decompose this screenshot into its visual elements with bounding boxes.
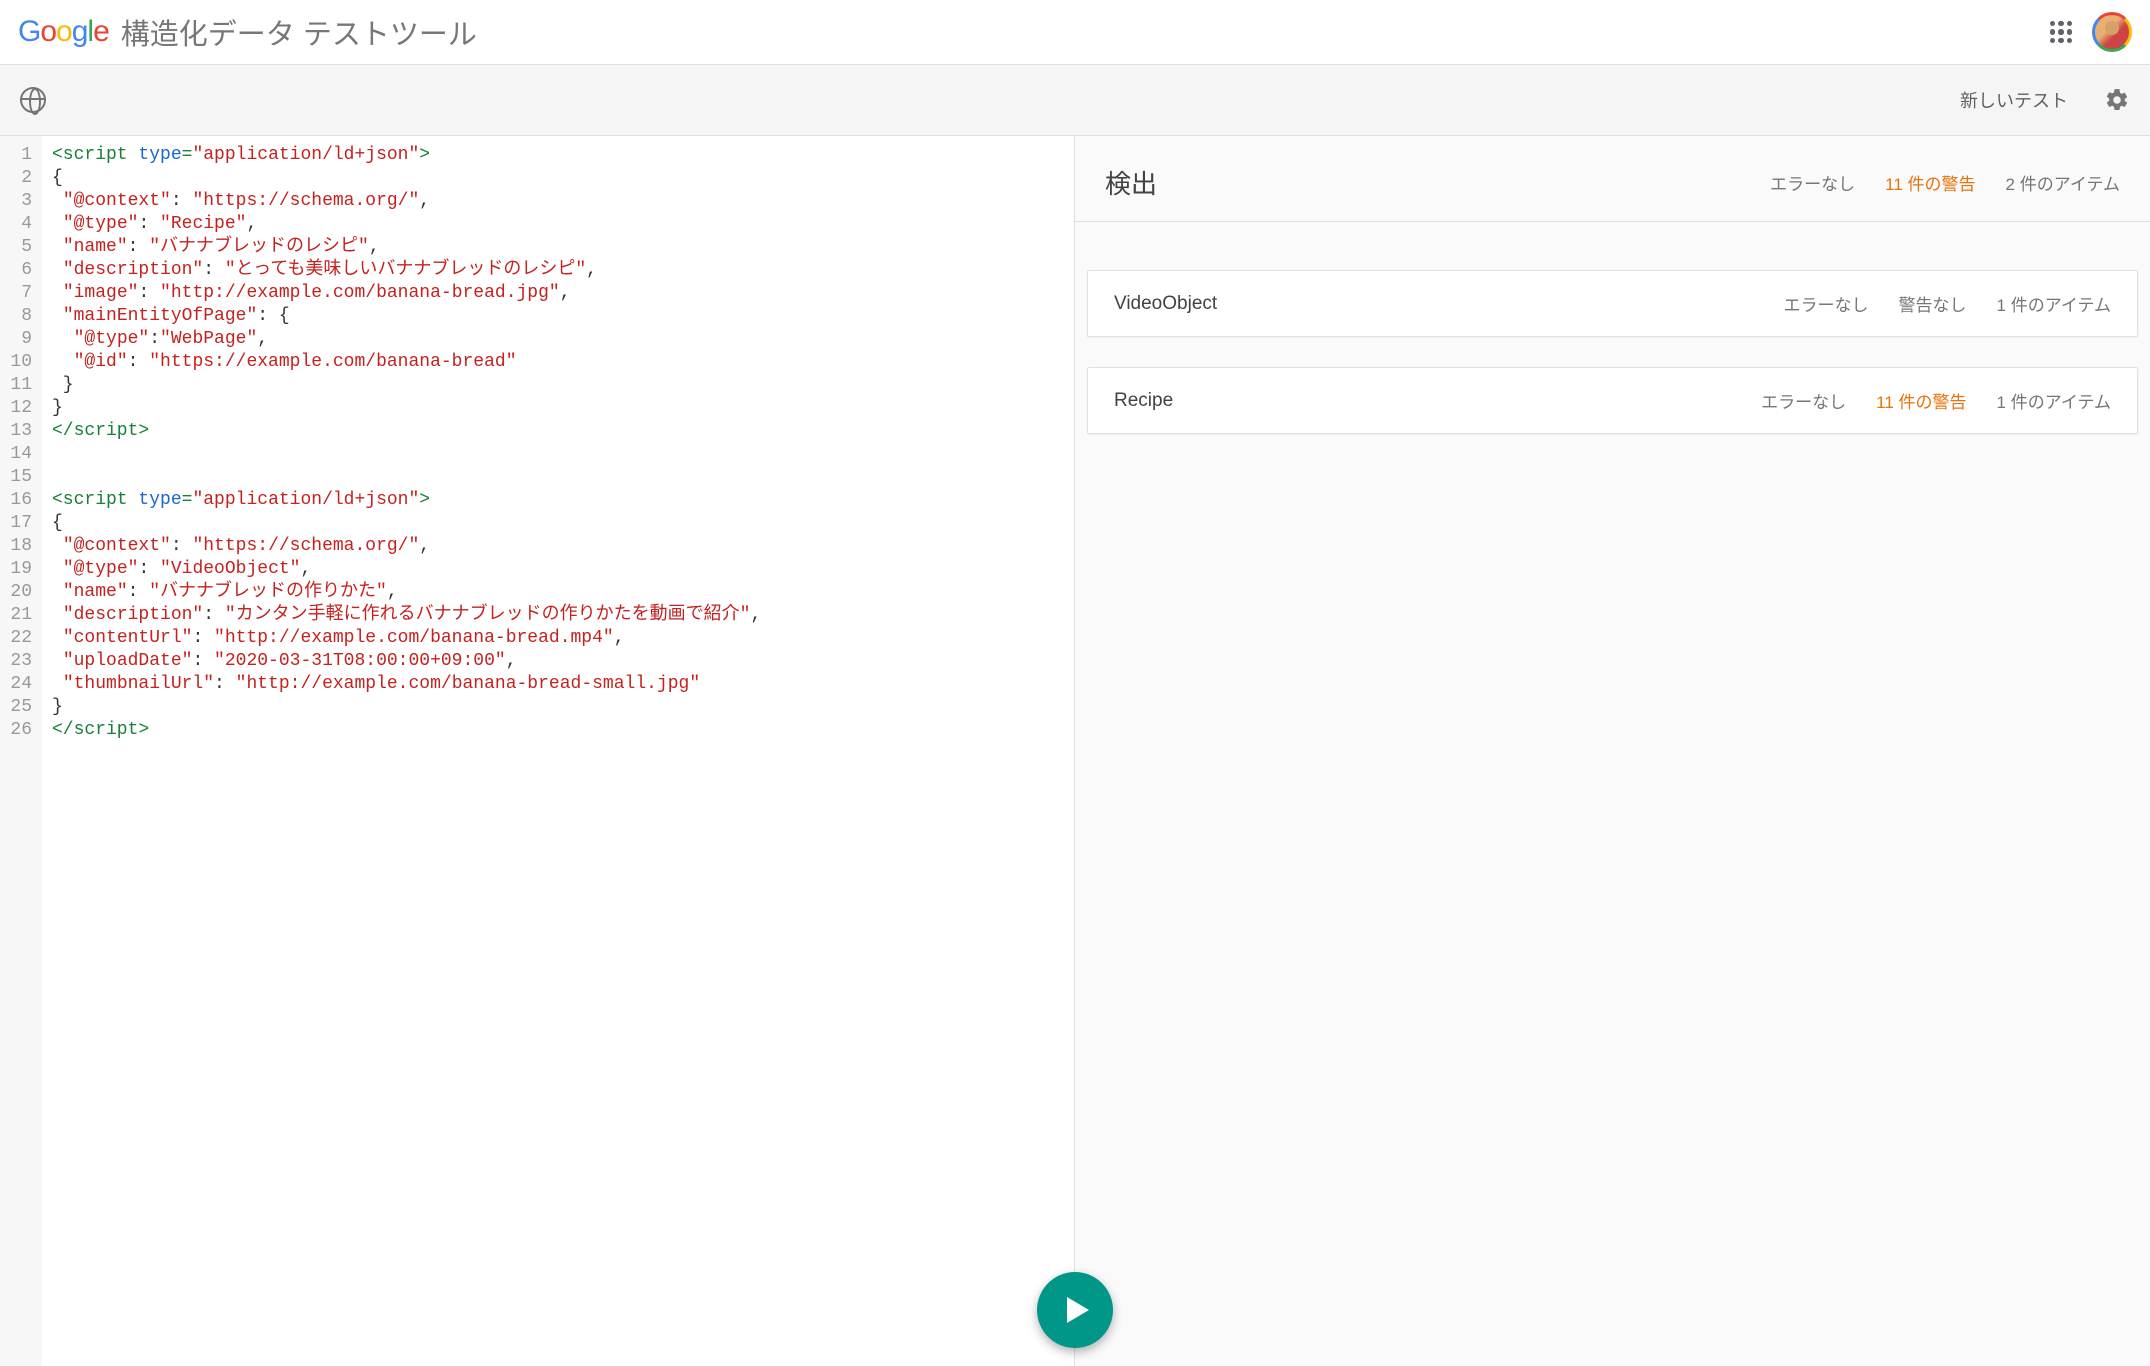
new-test-button[interactable]: 新しいテスト <box>1960 87 2068 113</box>
card-title: Recipe <box>1114 390 1173 412</box>
avatar[interactable] <box>2092 12 2132 52</box>
code-content[interactable]: <script type="application/ld+json">{ "@c… <box>42 136 771 1366</box>
result-card[interactable]: VideoObject エラーなし 警告なし 1 件のアイテム <box>1087 270 2138 337</box>
run-button[interactable] <box>1037 1272 1113 1348</box>
card-items: 1 件のアイテム <box>1997 388 2111 413</box>
code-editor[interactable]: 1234567891011121314151617181920212223242… <box>0 136 1075 1366</box>
results-panel: 検出 エラーなし 11 件の警告 2 件のアイテム VideoObject エラー… <box>1075 136 2150 1366</box>
header-left: Google 構造化データ テストツール <box>18 11 477 53</box>
card-errors: エラーなし <box>1784 291 1869 316</box>
card-errors: エラーなし <box>1761 388 1846 413</box>
header-right <box>2050 12 2132 52</box>
globe-icon[interactable] <box>20 87 46 113</box>
apps-icon[interactable] <box>2050 21 2072 43</box>
main-area: 1234567891011121314151617181920212223242… <box>0 136 2150 1366</box>
card-stats: エラーなし 警告なし 1 件のアイテム <box>1784 291 2111 316</box>
toolbar: 新しいテスト <box>0 64 2150 136</box>
result-card[interactable]: Recipe エラーなし 11 件の警告 1 件のアイテム <box>1087 367 2138 434</box>
card-title: VideoObject <box>1114 293 1217 315</box>
results-summary: エラーなし 11 件の警告 2 件のアイテム <box>1770 170 2120 195</box>
summary-items: 2 件のアイテム <box>2006 170 2120 195</box>
gear-icon[interactable] <box>2104 87 2130 113</box>
summary-errors: エラーなし <box>1770 170 1855 195</box>
results-header: 検出 エラーなし 11 件の警告 2 件のアイテム <box>1075 136 2150 222</box>
results-title: 検出 <box>1105 164 1157 201</box>
app-header: Google 構造化データ テストツール <box>0 0 2150 64</box>
card-items: 1 件のアイテム <box>1997 291 2111 316</box>
line-gutter: 1234567891011121314151617181920212223242… <box>0 136 42 1366</box>
tool-title: 構造化データ テストツール <box>121 11 477 53</box>
google-logo: Google <box>18 15 109 49</box>
result-cards: VideoObject エラーなし 警告なし 1 件のアイテム Recipe エラーなし 1… <box>1075 222 2150 446</box>
summary-warnings: 11 件の警告 <box>1885 170 1975 195</box>
card-stats: エラーなし 11 件の警告 1 件のアイテム <box>1761 388 2111 413</box>
card-warnings: 警告なし <box>1899 291 1967 316</box>
toolbar-right: 新しいテスト <box>1960 87 2130 113</box>
card-warnings: 11 件の警告 <box>1876 388 1966 413</box>
